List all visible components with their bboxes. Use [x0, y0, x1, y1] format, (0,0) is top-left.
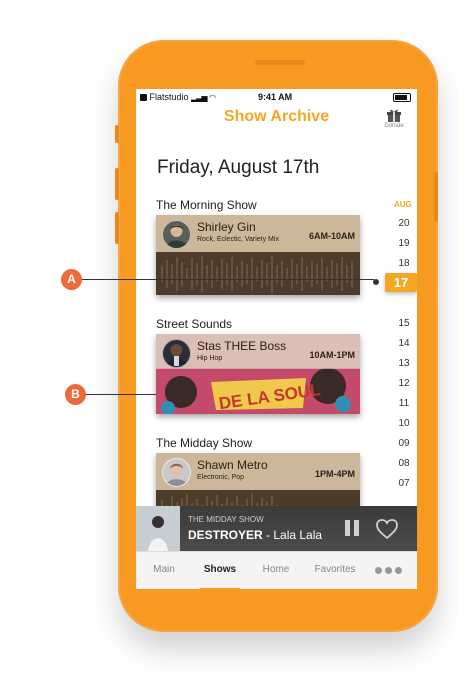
- side-button-left-1: [115, 125, 119, 143]
- heart-icon[interactable]: [375, 518, 399, 540]
- waveform-area: [156, 252, 360, 295]
- host-name: Shirley Gin: [197, 220, 256, 234]
- show-airtime: 6AM-10AM: [308, 231, 355, 241]
- date-item[interactable]: 19: [394, 238, 414, 249]
- back-app-icon: [140, 94, 147, 101]
- callout-b: B: [65, 384, 86, 405]
- date-item[interactable]: 10: [394, 418, 414, 429]
- pause-icon-bar: [354, 520, 359, 536]
- date-item[interactable]: 15: [394, 318, 414, 329]
- date-picker-month: AUG: [394, 200, 412, 209]
- tab-bar: Main Shows Home Favorites: [136, 551, 417, 589]
- now-playing-bar[interactable]: THE MIDDAY SHOW DESTROYER - Lala Lala: [136, 506, 417, 551]
- status-bar: Flatstudio ▂▃▅ ◠ 9:41 AM: [136, 89, 417, 105]
- show-title: Street Sounds: [156, 317, 233, 331]
- battery-icon: [393, 93, 411, 102]
- more-icon[interactable]: [375, 567, 405, 575]
- date-item[interactable]: 07: [394, 478, 414, 489]
- carrier-text: Flatstudio: [149, 92, 189, 102]
- now-playing-title: DESTROYER: [188, 528, 263, 542]
- date-item[interactable]: 18: [394, 258, 414, 269]
- side-button-left-3: [115, 212, 119, 244]
- active-tab-indicator: [200, 588, 240, 589]
- show-genres: Rock, Eclectic, Variety Mix: [197, 236, 279, 243]
- avatar: [162, 339, 191, 368]
- host-name: Stas THEE Boss: [197, 339, 287, 353]
- now-playing-show: THE MIDDAY SHOW: [188, 515, 264, 524]
- side-button-left-2: [115, 168, 119, 200]
- show-card-morning[interactable]: Shirley Gin Rock, Eclectic, Variety Mix …: [156, 215, 360, 295]
- wifi-icon: ◠: [209, 93, 217, 102]
- signal-icon: ▂▃▅: [191, 93, 208, 102]
- app-screen: Flatstudio ▂▃▅ ◠ 9:41 AM Show Archive Do…: [136, 89, 417, 589]
- date-item[interactable]: 11: [394, 398, 414, 409]
- show-airtime: 10AM-1PM: [309, 350, 355, 360]
- show-title: The Midday Show: [156, 436, 253, 450]
- tab-shows[interactable]: Shows: [200, 564, 240, 575]
- tab-home[interactable]: Home: [257, 564, 295, 575]
- now-playing-separator: -: [262, 528, 274, 542]
- pause-button[interactable]: [343, 520, 361, 538]
- callout-a-line: [82, 279, 374, 280]
- now-playing-track: DESTROYER - Lala Lala: [188, 528, 322, 542]
- now-playing-artwork: [136, 506, 180, 551]
- show-genres: Hip Hop: [197, 355, 223, 362]
- show-genres: Electronic, Pop: [197, 474, 245, 481]
- host-name: Shawn Metro: [197, 458, 268, 472]
- date-heading: Friday, August 17th: [157, 157, 320, 178]
- date-item[interactable]: 09: [394, 438, 414, 449]
- tab-main[interactable]: Main: [146, 564, 182, 575]
- carrier-label: Flatstudio ▂▃▅ ◠: [140, 92, 216, 102]
- waveform-graphic: [161, 256, 353, 292]
- callout-b-line: [86, 394, 156, 395]
- now-playing-artist: Lala Lala: [273, 528, 323, 542]
- show-airtime: 1PM-4PM: [314, 469, 355, 479]
- pause-icon: [345, 520, 350, 536]
- date-item-selected[interactable]: 17: [385, 273, 417, 292]
- donate-label: Donate: [384, 123, 404, 129]
- page-title: Show Archive: [223, 108, 330, 125]
- date-item[interactable]: 12: [394, 378, 414, 389]
- date-item[interactable]: 13: [394, 358, 414, 369]
- avatar: [162, 458, 191, 487]
- date-item[interactable]: 20: [394, 218, 414, 229]
- gift-icon: [387, 109, 401, 122]
- tab-favorites[interactable]: Favorites: [308, 564, 362, 575]
- phone-speaker: [255, 60, 305, 65]
- avatar: [162, 220, 191, 249]
- show-title: The Morning Show: [156, 198, 257, 212]
- callout-a: A: [61, 269, 82, 290]
- date-item[interactable]: 14: [394, 338, 414, 349]
- status-time: 9:41 AM: [258, 92, 293, 102]
- show-card-street-sounds[interactable]: DE LA SOUL Stas THEE Boss Hip Hop 10AM-1…: [156, 334, 360, 414]
- donate-button[interactable]: Donate: [382, 109, 406, 129]
- date-item[interactable]: 08: [394, 458, 414, 469]
- side-button-right: [434, 172, 438, 222]
